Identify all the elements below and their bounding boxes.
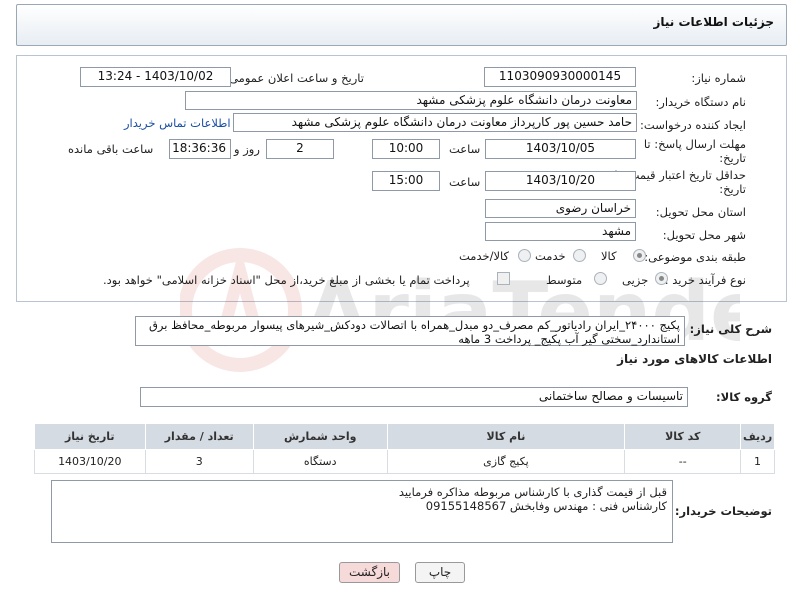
category-option-both: کالا/خدمت: [459, 249, 510, 263]
deadline-time-label: ساعت: [449, 142, 481, 156]
description-text: پکیج ۲۴۰۰۰_ایران رادیاتور_کم مصرف_دو مبد…: [148, 318, 680, 346]
print-button[interactable]: چاپ: [415, 562, 465, 583]
process-radio-medium[interactable]: [594, 272, 607, 285]
description-box: پکیج ۲۴۰۰۰_ایران رادیاتور_کم مصرف_دو مبد…: [135, 316, 685, 346]
description-label: شرح کلی نیاز:: [689, 322, 772, 336]
buyer-notes-line-1: قبل از قیمت گذاری با کارشناس مربوطه مذاک…: [398, 485, 667, 499]
buyer-contact-link[interactable]: اطلاعات تماس خریدار: [124, 116, 231, 130]
deadline-label-date: تاریخ:: [719, 151, 746, 165]
process-radio-minor[interactable]: [655, 272, 668, 285]
page-title: جزئیات اطلاعات نیاز: [653, 15, 774, 29]
category-option-service: خدمت: [535, 249, 566, 263]
back-button[interactable]: بازگشت: [339, 562, 400, 583]
page-header: جزئیات اطلاعات نیاز: [16, 4, 787, 46]
buyer-notes-label: توضیحات خریدار:: [674, 504, 772, 518]
payment-note: پرداخت تمام یا بخشی از مبلغ خرید،از محل …: [103, 273, 470, 287]
need-number-label: شماره نیاز:: [691, 71, 746, 85]
process-option-medium: متوسط: [546, 273, 583, 287]
requester-field: حامد حسین پور کارپرداز معاونت درمان دانش…: [233, 113, 637, 132]
city-field: مشهد: [485, 222, 636, 241]
validity-time-label: ساعت: [449, 175, 481, 189]
deadline-time-field: 10:00: [372, 139, 440, 159]
goods-group-field: تاسیسات و مصالح ساختمانی: [140, 387, 688, 407]
remaining-label: ساعت باقی مانده: [68, 142, 154, 156]
cell-date: 1403/10/20: [34, 449, 146, 474]
days-remaining-field: 2: [266, 139, 334, 159]
buyer-org-label: نام دستگاه خریدار:: [655, 95, 746, 109]
requester-label: ایجاد کننده درخواست:: [640, 118, 746, 132]
province-label: استان محل تحویل:: [655, 205, 746, 219]
goods-table: ردیف کد کالا نام کالا واحد شمارش تعداد /…: [34, 423, 775, 474]
cell-unit: دستگاه: [252, 449, 388, 474]
city-label: شهر محل تحویل:: [662, 228, 746, 242]
process-option-minor: جزیی: [622, 273, 649, 287]
category-radio-service[interactable]: [573, 249, 586, 262]
day-and-label: روز و: [234, 142, 260, 156]
goods-table-header: ردیف کد کالا نام کالا واحد شمارش تعداد /…: [34, 423, 775, 450]
need-number-field: 1103090930000145: [484, 67, 636, 87]
table-row: 1 -- پکیج گازی دستگاه 3 1403/10/20: [34, 449, 775, 474]
buyer-org-field: معاونت درمان دانشگاه علوم پزشکی مشهد: [185, 91, 637, 110]
col-date: تاریخ نیاز: [34, 423, 146, 450]
col-row: ردیف: [740, 423, 775, 450]
cell-qty: 3: [144, 449, 254, 474]
cell-code: --: [624, 449, 742, 474]
cell-name: پکیج گازی: [386, 449, 626, 474]
category-option-goods: کالا: [601, 249, 617, 263]
col-name: نام کالا: [386, 423, 626, 450]
col-unit: واحد شمارش: [252, 423, 388, 450]
deadline-date-field: 1403/10/05: [485, 139, 636, 159]
goods-group-label: گروه کالا:: [716, 390, 772, 404]
validity-time-field: 15:00: [372, 171, 440, 191]
cell-row: 1: [740, 449, 775, 474]
col-code: کد کالا: [624, 423, 742, 450]
buyer-notes-box: قبل از قیمت گذاری با کارشناس مربوطه مذاک…: [51, 480, 673, 543]
deadline-label: مهلت ارسال پاسخ: تا: [643, 137, 746, 151]
category-radio-both[interactable]: [518, 249, 531, 262]
buyer-notes-line-2: کارشناس فنی : مهندس وفابخش 09155148567: [425, 499, 667, 513]
category-radio-goods[interactable]: [633, 249, 646, 262]
province-field: خراسان رضوی: [485, 199, 636, 218]
treasury-checkbox[interactable]: [497, 272, 510, 285]
col-qty: تعداد / مقدار: [144, 423, 254, 450]
goods-section-title: اطلاعات کالاهای مورد نیاز: [617, 352, 772, 366]
process-label: نوع فرآیند خرید :: [664, 273, 746, 287]
validity-label-date: تاریخ:: [719, 182, 746, 196]
announce-label: تاریخ و ساعت اعلان عمومی:: [225, 71, 364, 85]
validity-date-field: 1403/10/20: [485, 171, 636, 191]
remaining-time-field: 18:36:36: [169, 139, 231, 159]
announce-field: 1403/10/02 - 13:24: [80, 67, 231, 87]
category-label: طبقه بندی موضوعی:: [644, 250, 746, 264]
